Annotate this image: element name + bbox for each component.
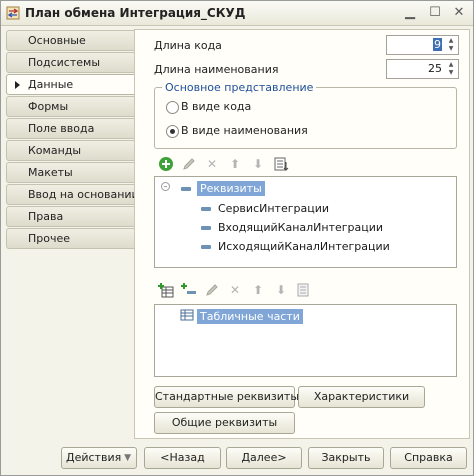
tabular-parts-root[interactable]: Табличные части — [197, 309, 303, 324]
sort-list-icon[interactable] — [296, 282, 312, 298]
tab-label: Формы — [28, 100, 69, 113]
delete-icon[interactable]: ✕ — [204, 156, 220, 172]
tab-list: Основные Подсистемы Данные Формы Поле вв… — [6, 30, 139, 250]
spin-up-icon[interactable]: ▲ — [445, 37, 457, 45]
tab-pole-vvoda[interactable]: Поле ввода — [6, 118, 134, 139]
back-button[interactable]: <Назад — [144, 447, 221, 469]
tab-osnovnye[interactable]: Основные — [6, 30, 134, 51]
tree-item[interactable]: СервисИнтеграции — [218, 202, 329, 215]
code-length-label: Длина кода — [154, 39, 222, 52]
attribute-icon — [201, 207, 211, 211]
move-up-icon[interactable]: ⬆ — [227, 156, 243, 172]
actions-label: Действия — [66, 451, 122, 464]
attribute-icon — [201, 245, 211, 249]
edit-icon[interactable] — [204, 282, 220, 298]
characteristics-button[interactable]: Характеристики — [298, 386, 425, 408]
actions-button[interactable]: Действия ▼ — [61, 447, 137, 469]
delete-icon[interactable]: ✕ — [227, 282, 243, 298]
name-length-field[interactable]: 25 ▲ ▼ — [386, 59, 459, 79]
move-up-icon[interactable]: ⬆ — [250, 282, 266, 298]
close-icon[interactable]: ✕ — [451, 5, 467, 21]
code-length-value: 9 — [433, 38, 442, 51]
attributes-root[interactable]: Реквизиты — [197, 181, 265, 196]
tab-dannye[interactable]: Данные — [6, 74, 134, 95]
title-bar: План обмена Интеграция_СКУД ▁ ☐ ✕ — [1, 1, 473, 26]
common-attributes-button[interactable]: Общие реквизиты — [154, 412, 295, 434]
move-down-icon[interactable]: ⬇ — [273, 282, 289, 298]
edit-icon[interactable] — [181, 156, 197, 172]
tab-podsistemy[interactable]: Подсистемы — [6, 52, 134, 73]
add-tabular-part-icon[interactable] — [158, 282, 174, 298]
spin-down-icon[interactable]: ▼ — [445, 45, 457, 53]
tab-formy[interactable]: Формы — [6, 96, 134, 117]
tab-label: Данные — [28, 78, 74, 91]
tab-label: Подсистемы — [28, 56, 101, 69]
tab-label: Команды — [28, 144, 82, 157]
tab-label: Основные — [28, 34, 86, 47]
radio-selected-dot-icon — [170, 129, 175, 134]
radio-by-name-label[interactable]: В виде наименования — [181, 124, 308, 137]
main-presentation-title: Основное представление — [162, 81, 317, 94]
tab-label: Макеты — [28, 166, 73, 179]
next-button[interactable]: Далее> — [226, 447, 302, 469]
tab-label: Права — [28, 210, 64, 223]
spin-up-icon[interactable]: ▲ — [445, 61, 457, 69]
collapse-icon[interactable]: – — [161, 182, 170, 191]
tabular-parts-icon — [180, 309, 194, 321]
attributes-folder-icon — [181, 187, 191, 191]
tab-label: Поле ввода — [28, 122, 95, 135]
add-attribute-icon[interactable] — [181, 282, 197, 298]
spin-down-icon[interactable]: ▼ — [445, 69, 457, 77]
maximize-icon[interactable]: ☐ — [427, 5, 443, 21]
help-button[interactable]: Справка — [390, 447, 467, 469]
tab-prava[interactable]: Права — [6, 206, 134, 227]
code-length-field[interactable]: 9 ▲ ▼ — [386, 35, 459, 55]
window-title: План обмена Интеграция_СКУД — [25, 6, 246, 20]
name-length-value: 25 — [428, 62, 442, 75]
move-down-icon[interactable]: ⬇ — [250, 156, 266, 172]
name-length-label: Длина наименования — [154, 63, 279, 76]
radio-by-code-label[interactable]: В виде кода — [181, 100, 251, 113]
sort-list-icon[interactable] — [273, 156, 289, 172]
tab-komandy[interactable]: Команды — [6, 140, 134, 161]
tab-label: Прочее — [28, 232, 71, 245]
minimize-icon[interactable]: ▁ — [402, 5, 418, 21]
standard-attributes-button[interactable]: Стандартные реквизиты — [154, 386, 299, 408]
tab-label: Ввод на основании — [28, 188, 139, 201]
current-tab-marker-icon — [15, 81, 20, 89]
add-icon[interactable] — [158, 156, 174, 172]
dropdown-arrow-icon: ▼ — [124, 453, 131, 463]
radio-by-name[interactable] — [166, 125, 179, 138]
tab-vvod-na-osnovanii[interactable]: Ввод на основании — [6, 184, 139, 205]
footer-bar: Действия ▼ <Назад Далее> Закрыть Справка — [1, 441, 473, 475]
exchange-plan-icon — [6, 6, 20, 20]
close-button[interactable]: Закрыть — [308, 447, 384, 469]
tab-makety[interactable]: Макеты — [6, 162, 134, 183]
main-presentation-group — [154, 87, 457, 149]
tree-item[interactable]: ВходящийКаналИнтеграции — [218, 221, 383, 234]
radio-by-code[interactable] — [166, 101, 179, 114]
tree-item[interactable]: ИсходящийКаналИнтеграции — [218, 240, 390, 253]
tab-prochee[interactable]: Прочее — [6, 228, 134, 249]
attribute-icon — [201, 226, 211, 230]
exchange-plan-window: План обмена Интеграция_СКУД ▁ ☐ ✕ Основн… — [0, 0, 474, 476]
